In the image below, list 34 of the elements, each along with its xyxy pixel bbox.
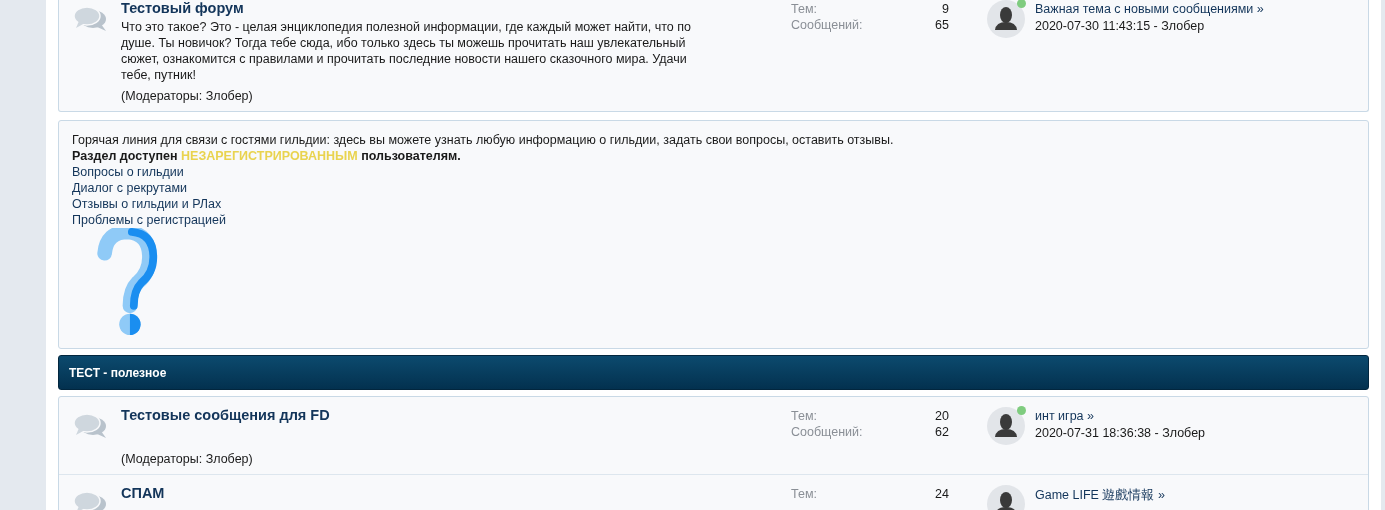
subforum-link[interactable]: Вопросы о гильдии bbox=[72, 164, 184, 180]
moderators-text: (Модераторы: Злобер) bbox=[121, 89, 254, 103]
subforum-link[interactable]: Диалог с рекрутами bbox=[72, 180, 188, 196]
last-post-link[interactable]: Game LIFE 遊戲情報 » bbox=[1035, 487, 1165, 504]
speech-bubbles-icon bbox=[72, 6, 108, 33]
online-status-dot bbox=[1017, 0, 1026, 8]
avatar-icon[interactable] bbox=[987, 407, 1025, 445]
subforum-link[interactable]: Проблемы с регистрацией bbox=[72, 212, 226, 228]
access-notice: Раздел доступен НЕЗАРЕГИСТРИРОВАННЫМ пользователям. bbox=[72, 148, 462, 164]
online-status-dot bbox=[1017, 406, 1026, 415]
topics-label: Тем: bbox=[791, 487, 818, 501]
speech-bubbles-icon bbox=[72, 413, 108, 440]
forum-title-link[interactable]: СПАМ bbox=[121, 485, 165, 501]
forum-description: Что это такое? Это - целая энциклопедия полезной информации, где каждый может найти, что по душе. Ты новичок? Тогда тебе сюда, ибо только здесь ты можешь прочитать наш увлекательный сюжет, ознакомится с правилами и прочитать последние новости нашего сказочного мира. Удачи тебе, путник! bbox=[121, 19, 692, 83]
posts-count: 65 bbox=[935, 18, 949, 32]
topics-count: 24 bbox=[935, 487, 949, 501]
moderators-text: (Модераторы: Злобер) bbox=[121, 452, 254, 466]
last-post-link[interactable]: Важная тема с новыми сообщениями » bbox=[1035, 2, 1264, 16]
category-header: ТЕСТ - полезное bbox=[58, 355, 1369, 390]
posts-label: Сообщений: bbox=[791, 425, 864, 439]
guest-intro-text: Горячая линия для связи с гостями гильдии: здесь вы можете узнать любую информацию о гильдии, задать свои вопросы, оставить отзывы. bbox=[72, 132, 895, 148]
topics-count: 20 bbox=[935, 409, 949, 423]
forum-title-link[interactable]: Тестовые сообщения для FD bbox=[121, 407, 330, 423]
topics-count: 9 bbox=[941, 2, 949, 16]
avatar-icon[interactable] bbox=[987, 0, 1025, 38]
posts-count: 62 bbox=[935, 425, 949, 439]
last-post-meta: 2020-07-30 11:43:15 - Злобер bbox=[1035, 19, 1206, 33]
forum-title-link[interactable]: Тестовый форум bbox=[121, 0, 244, 16]
last-post-link[interactable]: инт игра » bbox=[1035, 409, 1206, 423]
last-post-meta: 2020-07-31 18:36:38 - Злобер bbox=[1035, 426, 1206, 440]
subforum-link[interactable]: Отзывы о гильдии и РЛах bbox=[72, 196, 222, 212]
topics-label: Тем: bbox=[791, 2, 818, 16]
topics-label: Тем: bbox=[791, 409, 818, 423]
posts-label: Сообщений: bbox=[791, 18, 864, 32]
